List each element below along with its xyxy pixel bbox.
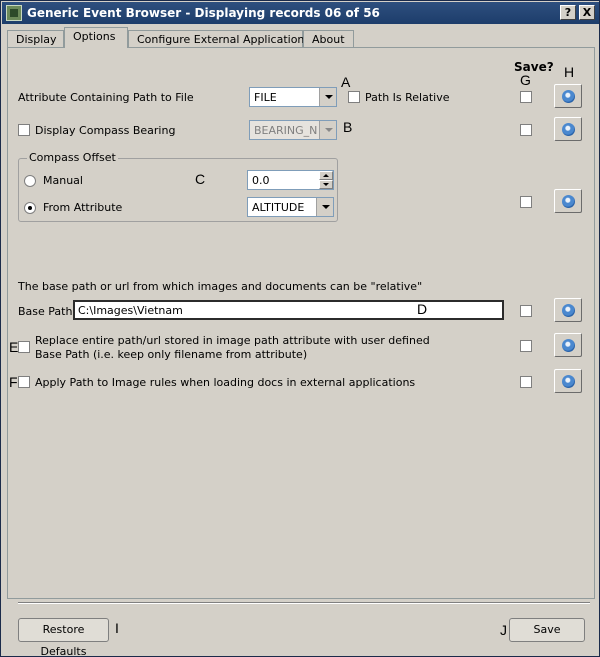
save-compass-bearing-checkbox[interactable] <box>520 124 532 136</box>
manual-offset-spinner[interactable]: 0.0 <box>247 170 334 190</box>
manual-label: Manual <box>43 174 83 187</box>
restore-icon <box>562 339 575 352</box>
restore-icon <box>562 304 575 317</box>
spin-down-icon[interactable] <box>319 180 333 189</box>
tab-options[interactable]: Options <box>64 27 128 48</box>
restore-base-path-button[interactable] <box>554 298 582 322</box>
restore-icon <box>562 123 575 136</box>
offset-attribute-value: ALTITUDE <box>252 201 305 214</box>
window-title: Generic Event Browser - Displaying recor… <box>27 6 380 20</box>
manual-radio[interactable] <box>24 175 36 187</box>
replace-path-label-line2: Base Path (i.e. keep only filename from … <box>35 348 308 361</box>
annotation-f: F <box>9 374 18 390</box>
restore-compass-offset-button[interactable] <box>554 189 582 213</box>
chevron-down-icon <box>319 121 336 139</box>
restore-replace-path-button[interactable] <box>554 333 582 357</box>
annotation-g: G <box>520 72 531 88</box>
options-panel: Save? G H Attribute Containing Path to F… <box>7 47 595 657</box>
attribute-path-label: Attribute Containing Path to File <box>18 91 194 104</box>
apply-rules-checkbox[interactable] <box>18 376 30 388</box>
from-attribute-radio[interactable] <box>24 202 36 214</box>
annotation-c: C <box>195 171 206 187</box>
chevron-down-icon <box>319 88 336 106</box>
compass-bearing-value: BEARING_N <box>254 124 318 137</box>
annotation-b: B <box>343 119 353 135</box>
restore-icon <box>562 375 575 388</box>
apply-rules-label: Apply Path to Image rules when loading d… <box>35 376 416 389</box>
annotation-h: H <box>564 64 575 80</box>
tab-configure-external-applications[interactable]: Configure External Applications <box>128 30 310 48</box>
separator <box>18 602 590 604</box>
base-path-field[interactable] <box>73 300 504 320</box>
annotation-j: J <box>500 622 507 638</box>
annotation-d: D <box>417 301 428 317</box>
event-browser-window: Generic Event Browser - Displaying recor… <box>0 0 600 657</box>
close-button[interactable]: X <box>579 5 595 20</box>
manual-offset-value: 0.0 <box>252 174 270 187</box>
replace-path-checkbox[interactable] <box>18 341 30 353</box>
annotation-e: E <box>9 339 19 355</box>
save-attribute-path-checkbox[interactable] <box>520 91 532 103</box>
save-compass-offset-checkbox[interactable] <box>520 196 532 208</box>
tab-display[interactable]: Display <box>7 30 64 48</box>
compass-offset-group: Compass Offset Manual C 0.0 From Attribu… <box>18 151 338 222</box>
compass-bearing-select: BEARING_N <box>249 120 337 140</box>
attribute-path-select[interactable]: FILE <box>249 87 337 107</box>
annotation-i: I <box>115 620 119 636</box>
compass-bearing-label: Display Compass Bearing <box>35 124 176 137</box>
restore-defaults-button[interactable]: Restore Defaults <box>18 618 109 657</box>
restore-icon <box>562 90 575 103</box>
annotation-a: A <box>341 74 351 90</box>
chevron-down-icon <box>316 198 333 216</box>
compass-bearing-checkbox[interactable] <box>18 124 30 136</box>
base-path-input[interactable] <box>75 302 502 318</box>
title-bar: Generic Event Browser - Displaying recor… <box>2 2 599 24</box>
attribute-path-value: FILE <box>254 91 277 104</box>
path-relative-label: Path Is Relative <box>365 91 450 104</box>
path-relative-checkbox[interactable] <box>348 91 360 103</box>
from-attribute-label: From Attribute <box>43 201 123 214</box>
app-icon <box>6 5 22 21</box>
restore-attribute-path-button[interactable] <box>554 84 582 108</box>
base-path-label: Base Path <box>18 305 73 318</box>
help-button[interactable]: ? <box>560 5 576 20</box>
save-button[interactable]: Save <box>509 618 585 642</box>
save-apply-rules-checkbox[interactable] <box>520 376 532 388</box>
save-base-path-checkbox[interactable] <box>520 305 532 317</box>
tab-about[interactable]: About <box>303 30 354 48</box>
offset-attribute-select[interactable]: ALTITUDE <box>247 197 334 217</box>
spin-up-icon[interactable] <box>319 171 333 180</box>
replace-path-label-line1: Replace entire path/url stored in image … <box>35 334 430 347</box>
restore-icon <box>562 195 575 208</box>
save-replace-path-checkbox[interactable] <box>520 340 532 352</box>
restore-compass-bearing-button[interactable] <box>554 117 582 141</box>
base-path-description: The base path or url from which images a… <box>18 280 423 293</box>
restore-apply-rules-button[interactable] <box>554 369 582 393</box>
compass-offset-title: Compass Offset <box>27 151 118 164</box>
